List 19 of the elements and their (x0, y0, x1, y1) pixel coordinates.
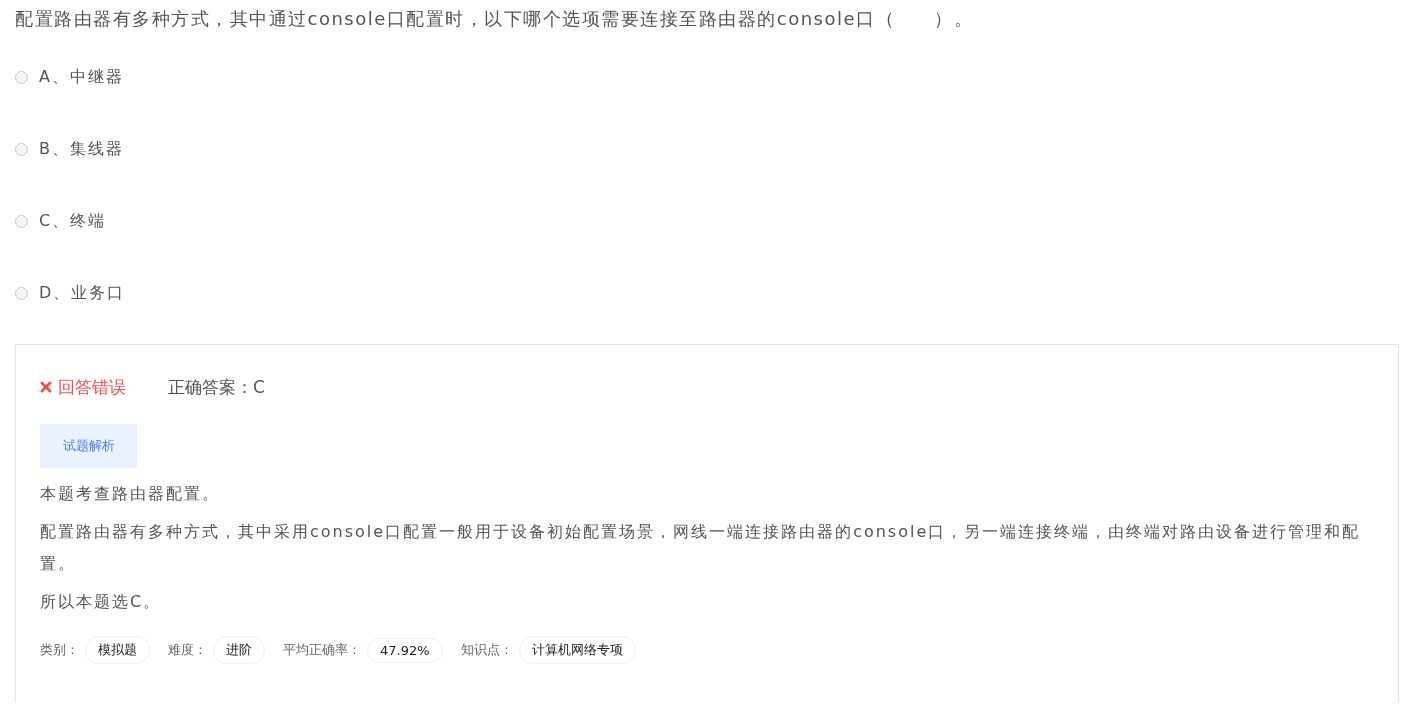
radio-button[interactable] (15, 286, 28, 300)
meta-label: 知识点： (460, 641, 513, 659)
option-label[interactable]: D、业务口 (39, 282, 126, 304)
radio-button[interactable] (15, 214, 28, 228)
meta-label: 类别： (40, 641, 79, 659)
analysis-button[interactable]: 试题解析 (40, 424, 137, 468)
analysis-text: 所以本题选C。 (40, 591, 163, 613)
radio-button[interactable] (15, 142, 28, 156)
option-label[interactable]: B、集线器 (39, 138, 124, 160)
analysis-text: 本题考查路由器配置。 (40, 483, 221, 505)
correct-answer: 正确答案：C (168, 375, 265, 399)
option-label[interactable]: A、中继器 (39, 66, 124, 88)
radio-button[interactable] (15, 70, 28, 84)
result-text: 回答错误 (58, 375, 126, 399)
meta-label: 平均正确率： (283, 641, 361, 659)
option-label[interactable]: C、终端 (39, 210, 107, 232)
meta-label: 难度： (168, 641, 207, 659)
analysis-text: 配置路由器有多种方式，其中采用console口配置一般用于设备初始配置场景，网线一端连接路由器的console口，另一端连接终端，由终端对路由设备进行管理和配置。 (40, 521, 1362, 575)
question-text: 配置路由器有多种方式，其中通过console口配置时，以下哪个选项需要连接至路由器的console口（ ）。 (15, 8, 975, 30)
